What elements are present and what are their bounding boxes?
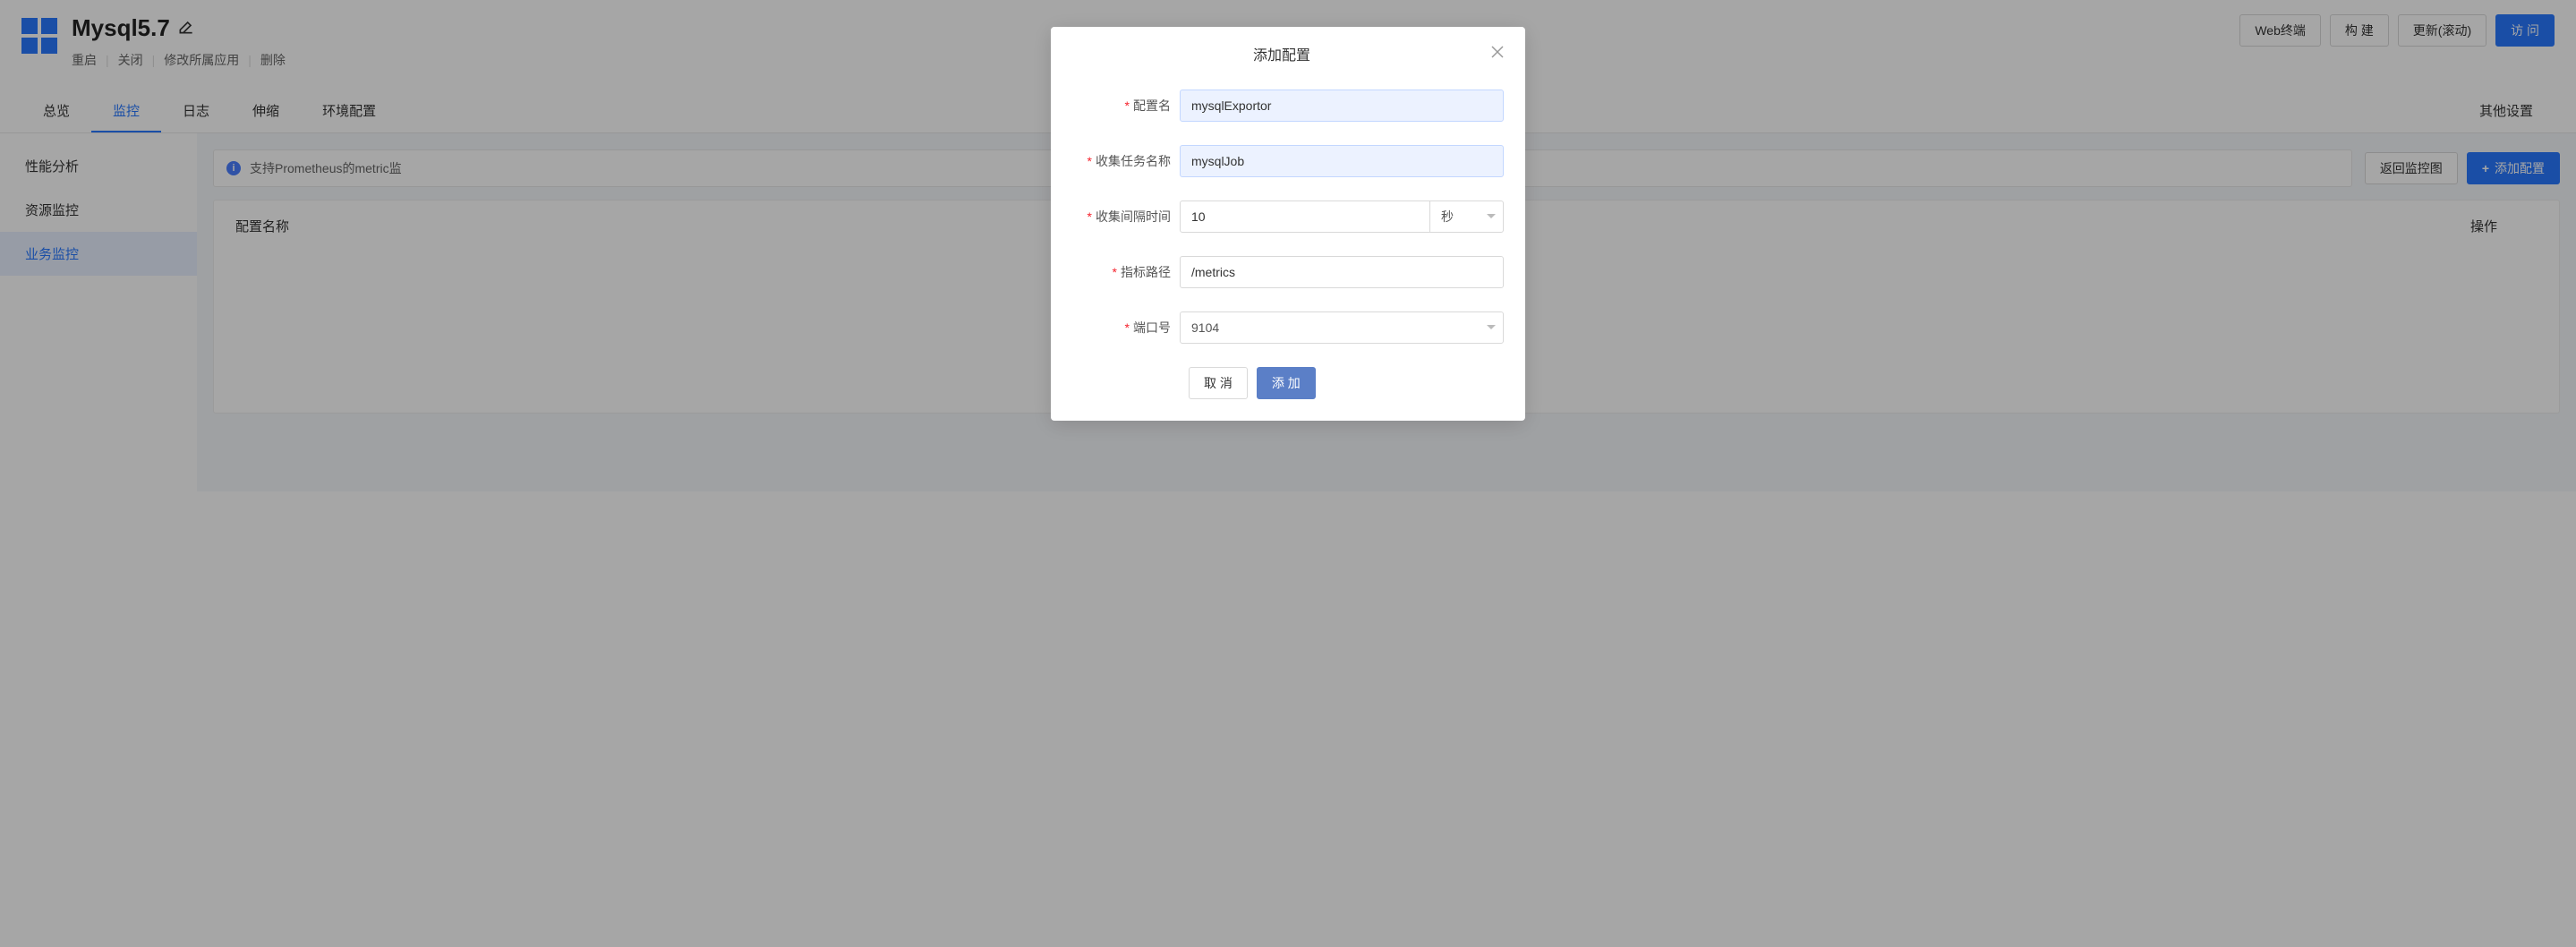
label-port: 端口号 [1133,320,1171,335]
interval-input[interactable] [1180,200,1430,233]
path-input[interactable] [1180,256,1504,288]
chevron-down-icon [1487,325,1496,329]
label-path: 指标路径 [1121,265,1171,279]
label-config-name: 配置名 [1133,98,1171,113]
close-icon[interactable] [1491,46,1504,63]
label-interval: 收集间隔时间 [1096,209,1171,224]
interval-unit-select[interactable]: 秒 [1430,200,1504,233]
modal-overlay: 添加配置 *配置名 *收集任务名称 *收集间隔时间 [0,0,2576,947]
cancel-button[interactable]: 取 消 [1189,367,1248,399]
port-select[interactable]: 9104 [1180,311,1504,344]
add-config-modal: 添加配置 *配置名 *收集任务名称 *收集间隔时间 [1051,27,1525,421]
chevron-down-icon [1487,214,1496,218]
job-name-input[interactable] [1180,145,1504,177]
modal-title: 添加配置 [1253,48,1310,64]
add-button[interactable]: 添 加 [1257,367,1316,399]
label-job-name: 收集任务名称 [1096,154,1171,168]
config-name-input[interactable] [1180,90,1504,122]
